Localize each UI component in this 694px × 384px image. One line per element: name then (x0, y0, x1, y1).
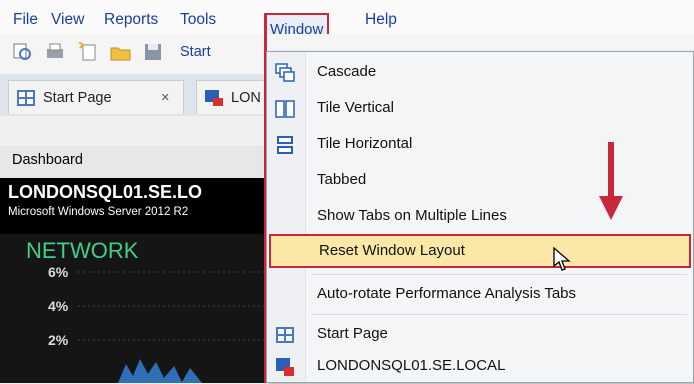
tab-server-label: LON (231, 90, 261, 106)
dashboard-panel: LONDONSQL01.SE.LO Microsoft Windows Serv… (0, 178, 270, 383)
ytick-2: 2% (48, 332, 69, 348)
start-button[interactable]: Start (180, 44, 211, 60)
print-icon[interactable] (44, 42, 66, 62)
new-icon[interactable] (78, 42, 100, 62)
menu-item-cascade[interactable]: Cascade (267, 56, 693, 90)
server-name: LONDONSQL01.SE.LO (8, 182, 203, 202)
mouse-cursor-icon (553, 246, 571, 271)
start-page-icon (17, 90, 35, 106)
network-series (118, 359, 202, 383)
menu-item-tile-vertical[interactable]: Tile Vertical (267, 92, 693, 126)
menu-item-label: Tile Horizontal (317, 135, 413, 152)
menu-help[interactable]: Help (365, 9, 397, 31)
save-icon[interactable] (142, 42, 164, 62)
menu-view[interactable]: View (51, 9, 84, 31)
menu-item-reset-window-layout[interactable]: Reset Window Layout (269, 234, 691, 268)
menu-item-tabbed[interactable]: Tabbed (267, 164, 693, 198)
tile-horizontal-icon (277, 136, 293, 154)
tab-close-icon[interactable]: × (161, 81, 169, 115)
menu-item-auto-rotate[interactable]: Auto-rotate Performance Analysis Tabs (267, 278, 693, 312)
tab-bar: Start Page × LON (0, 74, 270, 116)
menu-item-label: Tabbed (317, 171, 367, 188)
window-menu-dropdown: Cascade Tile Vertical Tile Horizontal Ta… (266, 51, 694, 383)
open-folder-icon[interactable] (110, 42, 132, 62)
menu-item-show-tabs-multiple-lines[interactable]: Show Tabs on Multiple Lines (267, 200, 693, 234)
tab-start-page[interactable]: Start Page × (8, 80, 184, 114)
start-page-icon (276, 327, 294, 343)
menu-item-label: Show Tabs on Multiple Lines (317, 207, 507, 224)
menu-separator (311, 314, 687, 315)
menu-reports[interactable]: Reports (104, 9, 158, 31)
menu-file[interactable]: File (13, 9, 38, 31)
ytick-4: 4% (48, 298, 69, 314)
menu-tools[interactable]: Tools (180, 9, 216, 31)
network-graph (78, 271, 270, 383)
menu-item-label: Auto-rotate Performance Analysis Tabs (317, 285, 577, 302)
annotation-arrow-icon (599, 142, 623, 220)
network-panel: NETWORK 6% 4% 2% (0, 234, 270, 383)
menu-item-label: Reset Window Layout (319, 242, 465, 259)
tab-start-page-label: Start Page (43, 90, 112, 106)
ytick-6: 6% (48, 264, 69, 280)
server-icon (205, 90, 223, 106)
menu-item-label: LONDONSQL01.SE.LOCAL (317, 357, 506, 374)
menu-item-label: Start Page (317, 325, 388, 342)
tab-server[interactable]: LON (196, 80, 270, 114)
tile-vertical-icon (275, 100, 295, 118)
menu-bar: File View Reports Tools Help (0, 0, 694, 34)
network-title: NETWORK (26, 238, 139, 263)
dashboard-label[interactable]: Dashboard (12, 152, 83, 168)
menu-item-start-page[interactable]: Start Page (267, 318, 693, 352)
dashboard-header: Dashboard (0, 146, 270, 179)
menu-item-server[interactable]: LONDONSQL01.SE.LOCAL (267, 350, 693, 384)
menu-item-label: Tile Vertical (317, 99, 394, 116)
server-icon (276, 358, 294, 376)
menu-separator (311, 274, 687, 275)
menu-item-label: Cascade (317, 63, 377, 80)
print-preview-icon[interactable] (12, 42, 34, 62)
os-description: Microsoft Windows Server 2012 R2 (8, 206, 189, 218)
cascade-icon (275, 63, 295, 82)
menu-item-tile-horizontal[interactable]: Tile Horizontal (267, 128, 693, 162)
